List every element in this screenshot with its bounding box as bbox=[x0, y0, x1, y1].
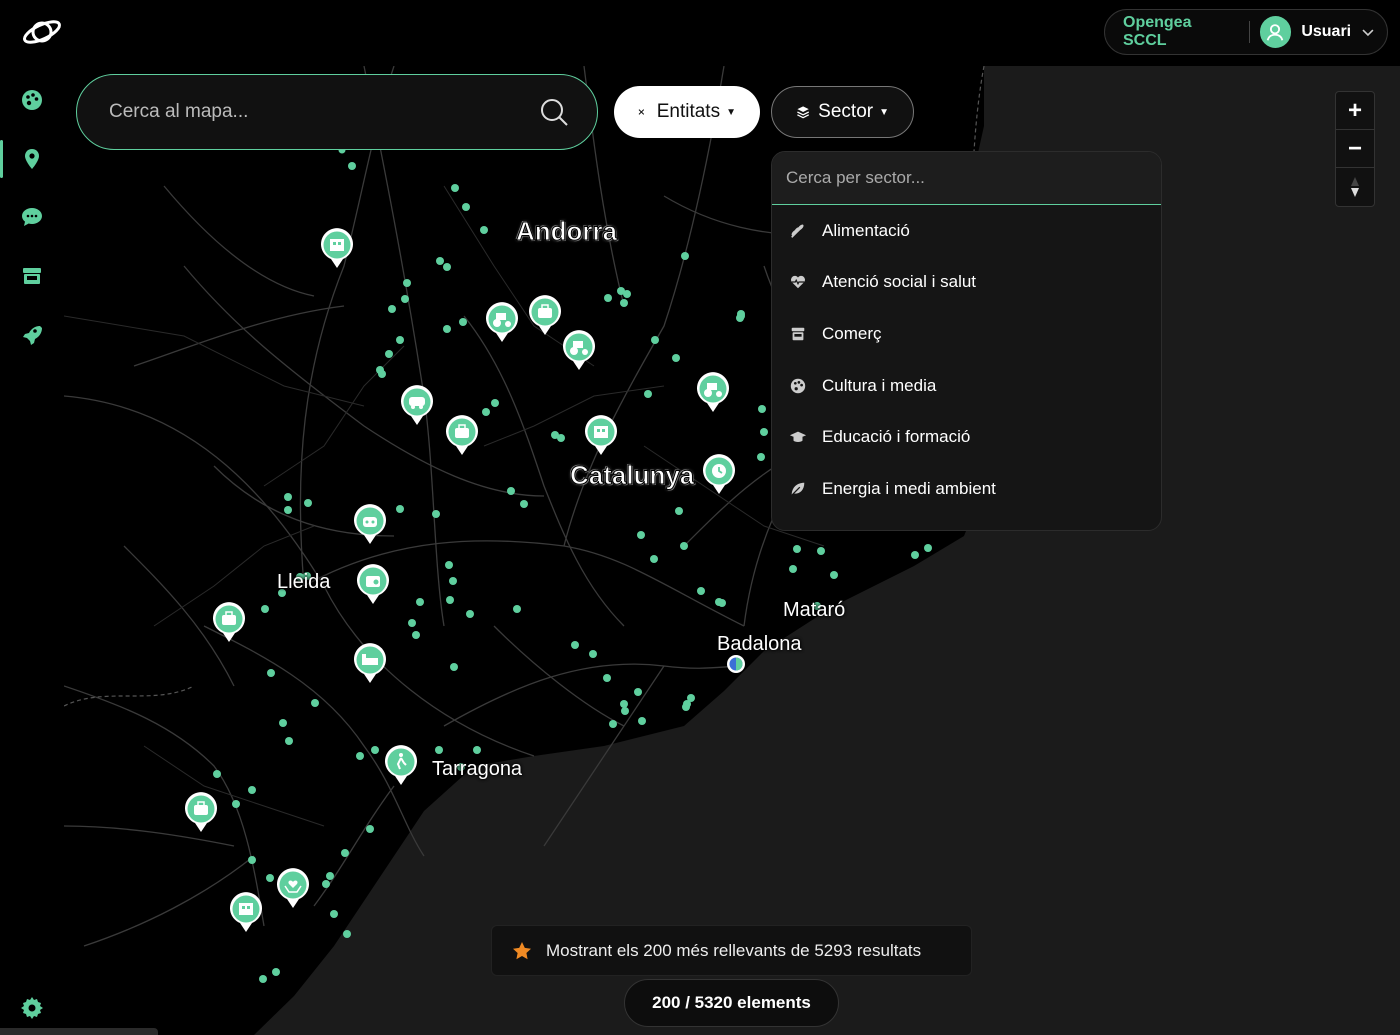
sidebar-item-store[interactable] bbox=[16, 260, 48, 292]
sector-option-educacio[interactable]: Educació i formació bbox=[772, 411, 1161, 463]
settings-button[interactable] bbox=[20, 996, 44, 1020]
sector-option-cultura[interactable]: Cultura i media bbox=[772, 360, 1161, 412]
sidebar-item-map[interactable] bbox=[16, 143, 48, 175]
map-marker-radio[interactable] bbox=[356, 564, 390, 606]
sector-search bbox=[772, 152, 1161, 205]
sector-option-label: Alimentació bbox=[822, 220, 910, 240]
sector-option-label: Cultura i media bbox=[822, 375, 937, 395]
account-menu[interactable]: Opengea SCCL Usuari bbox=[1104, 9, 1388, 55]
map-marker-clock[interactable] bbox=[702, 454, 736, 496]
wheat-icon bbox=[788, 221, 808, 241]
active-indicator bbox=[0, 140, 3, 178]
graduation-cap-icon bbox=[788, 427, 808, 447]
map-search bbox=[76, 74, 598, 150]
sidebar-item-launch[interactable] bbox=[16, 318, 48, 350]
zoom-in-button[interactable]: + bbox=[1336, 92, 1374, 130]
caret-down-icon: ▼ bbox=[726, 106, 736, 118]
sidebar-item-dashboard[interactable] bbox=[16, 84, 48, 116]
sector-option-energia[interactable]: Energia i medi ambient bbox=[772, 463, 1161, 515]
gear-icon bbox=[21, 997, 43, 1019]
bottom-strip bbox=[0, 1028, 158, 1035]
map-label-andorra: Andorra bbox=[515, 216, 618, 247]
sector-filter[interactable]: Sector ▼ bbox=[771, 86, 914, 138]
map-marker-tractor[interactable] bbox=[696, 372, 730, 414]
search-input[interactable] bbox=[109, 101, 539, 123]
layers-icon bbox=[797, 106, 810, 119]
compass-icon bbox=[1351, 177, 1359, 197]
map-marker-bus[interactable] bbox=[400, 385, 434, 427]
avatar bbox=[1259, 16, 1292, 48]
sector-option-label: Energia i medi ambient bbox=[822, 478, 996, 498]
map-label-tarragona: Tarragona bbox=[432, 758, 523, 780]
sector-option-label: Educació i formació bbox=[822, 427, 971, 447]
sector-option-comerc[interactable]: Comerç bbox=[772, 308, 1161, 360]
sector-label: Sector bbox=[818, 101, 874, 122]
sidebar bbox=[0, 0, 158, 1035]
map-marker-tractor[interactable] bbox=[562, 330, 596, 372]
map-marker-hands-heart[interactable] bbox=[276, 868, 310, 910]
entitats-label: Entitats bbox=[656, 101, 721, 122]
divider bbox=[1248, 21, 1250, 43]
palette-icon bbox=[22, 90, 42, 110]
sector-option-label: Comerç bbox=[822, 323, 882, 343]
organization-name: Opengea SCCL bbox=[1123, 14, 1192, 49]
search-icon[interactable] bbox=[539, 97, 569, 127]
map-label-lleida: Lleida bbox=[277, 571, 331, 593]
heart-pulse-icon bbox=[788, 272, 808, 292]
map-marker-hiking[interactable] bbox=[384, 745, 418, 787]
top-bar: Opengea SCCL Usuari bbox=[64, 0, 1400, 66]
map-marker-building[interactable] bbox=[320, 228, 354, 270]
map-marker-robot[interactable] bbox=[353, 504, 387, 546]
store-icon bbox=[788, 324, 808, 344]
zoom-out-button[interactable]: − bbox=[1336, 130, 1374, 168]
map-marker-tractor[interactable] bbox=[485, 302, 519, 344]
map-marker-building[interactable] bbox=[229, 892, 263, 934]
sector-dropdown: Alimentació Atenció social i salut Comer… bbox=[771, 151, 1162, 531]
user-icon bbox=[1267, 24, 1284, 41]
elements-count: 200 / 5320 elements bbox=[624, 979, 839, 1027]
map-marker-briefcase[interactable] bbox=[212, 602, 246, 644]
map-label-catalunya: Catalunya bbox=[569, 460, 695, 491]
map-canvas[interactable] bbox=[64, 66, 1400, 1035]
results-notice-text: Mostrant els 200 més rellevants de 5293 … bbox=[546, 940, 922, 960]
map-pin-icon bbox=[25, 149, 39, 169]
results-notice: Mostrant els 200 més rellevants de 5293 … bbox=[491, 925, 972, 976]
palette-icon bbox=[788, 376, 808, 396]
map-marker-briefcase[interactable] bbox=[528, 295, 562, 337]
chat-icon bbox=[22, 208, 42, 226]
sidebar-item-messages[interactable] bbox=[16, 201, 48, 233]
entitats-filter[interactable]: Entitats ▼ bbox=[614, 86, 760, 138]
sector-option-alimentacio[interactable]: Alimentació bbox=[772, 205, 1161, 257]
leaf-icon bbox=[788, 479, 808, 499]
map-marker-briefcase[interactable] bbox=[445, 415, 479, 457]
sector-search-input[interactable] bbox=[786, 168, 1147, 188]
close-icon[interactable] bbox=[638, 105, 645, 119]
sector-option-atencio-social[interactable]: Atenció social i salut bbox=[772, 257, 1161, 309]
map-label-mataro: Mataró bbox=[783, 599, 846, 621]
map-marker-bed[interactable] bbox=[353, 643, 387, 685]
star-icon bbox=[513, 941, 531, 959]
map-marker-briefcase[interactable] bbox=[184, 792, 218, 834]
chevron-down-icon bbox=[1362, 29, 1374, 37]
sector-option-label: Atenció social i salut bbox=[822, 272, 977, 292]
store-icon bbox=[23, 268, 41, 284]
map-marker-building[interactable] bbox=[584, 415, 618, 457]
compass-button[interactable] bbox=[1336, 168, 1374, 206]
zoom-controls: + − bbox=[1335, 91, 1375, 207]
rocket-icon bbox=[23, 326, 42, 345]
caret-down-icon: ▼ bbox=[879, 106, 889, 118]
map-label-badalona: Badalona bbox=[717, 633, 802, 655]
map-base bbox=[64, 66, 1400, 1035]
user-name: Usuari bbox=[1301, 23, 1352, 40]
app-logo[interactable] bbox=[20, 14, 64, 50]
